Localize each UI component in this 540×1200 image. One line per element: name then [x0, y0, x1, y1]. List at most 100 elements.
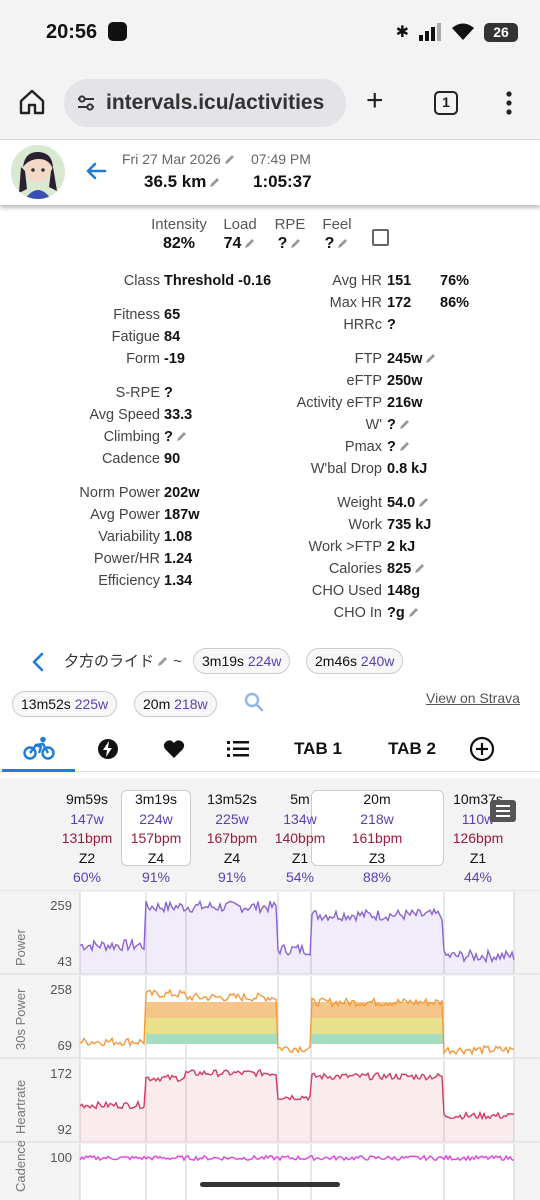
- url-text: intervals.icu/activities: [106, 91, 325, 114]
- stat-row: Max HR 172 86%: [0, 295, 469, 315]
- segment-percent: 44%: [463, 869, 493, 885]
- axis-label: Power: [13, 929, 28, 966]
- stat-feel[interactable]: Feel ?: [318, 216, 356, 253]
- status-bar: 20:56 ✱ 26: [0, 0, 540, 64]
- chip-power: 240w: [360, 653, 395, 669]
- stat-value-text: 216w: [387, 395, 423, 411]
- stat-row[interactable]: Calories 825: [0, 561, 425, 581]
- stat-value: 172: [387, 295, 411, 311]
- chip-power: 225w: [74, 696, 109, 712]
- address-bar[interactable]: intervals.icu/activities: [64, 79, 346, 127]
- notification-icon: [108, 22, 127, 41]
- tab-label: TAB 1: [294, 739, 342, 758]
- view-on-strava-link[interactable]: View on Strava: [426, 690, 520, 706]
- edit-pencil-icon[interactable]: [224, 153, 236, 165]
- stat-row[interactable]: Pmax?: [0, 439, 409, 459]
- stat-label: W'bal Drop: [310, 461, 382, 477]
- edit-pencil-icon[interactable]: [418, 496, 430, 508]
- edit-pencil-icon[interactable]: [425, 352, 437, 364]
- stat-value-text: 245w: [387, 351, 423, 367]
- edit-pencil-icon[interactable]: [209, 176, 221, 188]
- activity-chart-plot[interactable]: [0, 890, 540, 1200]
- activity-chart: 9m59s 147w 131bpm Z2 60% 3m19s 224w 157bpm Z4 91%…: [0, 778, 540, 1200]
- interval-chip[interactable]: 3m19s 224w: [193, 648, 291, 674]
- interval-chip[interactable]: 2m46s 240w: [306, 648, 404, 674]
- stat-row[interactable]: FTP 245w: [0, 351, 436, 371]
- stat-row[interactable]: CHO In ?g: [0, 605, 418, 625]
- home-indicator[interactable]: [200, 1182, 340, 1187]
- stat-label: eFTP: [346, 373, 382, 389]
- edit-pencil-icon[interactable]: [399, 440, 411, 452]
- tab-ride[interactable]: [2, 726, 75, 772]
- tab-switcher-button[interactable]: 1: [434, 91, 458, 115]
- home-icon[interactable]: [18, 88, 46, 116]
- axis-min-value: 43: [57, 954, 72, 969]
- stat-load[interactable]: Load 74: [218, 216, 262, 253]
- notes-icon[interactable]: [490, 800, 516, 822]
- panel-background: [80, 1144, 514, 1200]
- stat-label: Max HR: [329, 295, 382, 311]
- tab-2[interactable]: TAB 2: [376, 726, 448, 772]
- tab-power[interactable]: [88, 726, 128, 772]
- stat-row[interactable]: W'?: [0, 417, 409, 437]
- list-icon: [227, 741, 249, 757]
- tab-list[interactable]: [218, 726, 258, 772]
- add-tab-button[interactable]: [464, 726, 500, 772]
- segment-summary[interactable]: 20m 218w 161bpm Z3 88%: [332, 790, 422, 888]
- stat-value: 216w: [387, 395, 422, 411]
- stat-value-text: 735 kJ: [387, 517, 432, 533]
- interval-chip[interactable]: 13m52s 225w: [12, 691, 118, 717]
- edit-pencil-icon[interactable]: [337, 237, 349, 249]
- stat-label: Work >FTP: [308, 539, 382, 555]
- stat-row: Avg HR 151 76%: [0, 273, 469, 293]
- stat-label: RPE: [274, 216, 306, 233]
- back-arrow-icon[interactable]: [84, 159, 108, 183]
- add-circle-icon: [469, 736, 495, 762]
- stat-row: Work >FTP 2 kJ: [0, 539, 416, 559]
- stat-row: W'bal Drop 0.8 kJ: [0, 461, 428, 481]
- axis-min-value: 69: [57, 1038, 72, 1053]
- stat-label: Feel: [322, 216, 352, 233]
- interval-chip[interactable]: 20m 218w: [134, 691, 217, 717]
- edit-pencil-icon[interactable]: [244, 237, 256, 249]
- chevron-left-icon[interactable]: [30, 652, 46, 672]
- stat-value: 2 kJ: [387, 539, 415, 555]
- feel-value: ?: [324, 235, 335, 252]
- edit-pencil-icon[interactable]: [157, 655, 169, 667]
- stat-label: CHO Used: [311, 583, 382, 599]
- stat-value-text: 0.8 kJ: [387, 461, 428, 477]
- stat-label: Activity eFTP: [296, 395, 382, 411]
- search-icon[interactable]: [244, 692, 264, 712]
- stat-rpe[interactable]: RPE ?: [270, 216, 310, 253]
- stat-value-text: ?: [387, 317, 396, 333]
- activity-date-text: Fri 27 Mar 2026: [122, 151, 221, 167]
- stat-value: ?: [387, 439, 411, 455]
- activity-name[interactable]: 夕方のライド ~: [64, 650, 182, 671]
- chip-duration: 13m52s: [21, 696, 71, 712]
- stat-value-text: 151: [387, 273, 412, 289]
- edit-pencil-icon[interactable]: [408, 606, 420, 618]
- stat-row[interactable]: Weight 54.0: [0, 495, 429, 515]
- activity-date[interactable]: Fri 27 Mar 2026: [122, 151, 236, 167]
- new-tab-icon[interactable]: +: [366, 86, 384, 116]
- tab-heart[interactable]: [154, 726, 194, 772]
- stat-value-text: 148g: [387, 583, 421, 599]
- avatar[interactable]: [11, 145, 65, 199]
- activity-distance[interactable]: 36.5 km: [144, 172, 221, 192]
- axis-max-value: 172: [50, 1066, 72, 1081]
- tab-1[interactable]: TAB 1: [282, 726, 354, 772]
- checkbox[interactable]: [372, 229, 389, 246]
- tab-bar: TAB 1 TAB 2: [0, 726, 540, 772]
- stat-value-text: 825: [387, 561, 412, 577]
- edit-pencil-icon[interactable]: [399, 418, 411, 430]
- axis-label: 30s Power: [13, 988, 28, 1050]
- edit-pencil-icon[interactable]: [290, 237, 302, 249]
- edit-pencil-icon[interactable]: [414, 562, 426, 574]
- zone-band: [146, 1002, 278, 1018]
- more-options-icon[interactable]: [500, 90, 518, 116]
- segment-duration: 20m: [363, 791, 391, 807]
- segment-heartrate: 126bpm: [452, 830, 504, 846]
- load-value: 74: [223, 235, 242, 252]
- stat-value: ?: [387, 417, 411, 433]
- site-settings-icon[interactable]: [76, 93, 96, 113]
